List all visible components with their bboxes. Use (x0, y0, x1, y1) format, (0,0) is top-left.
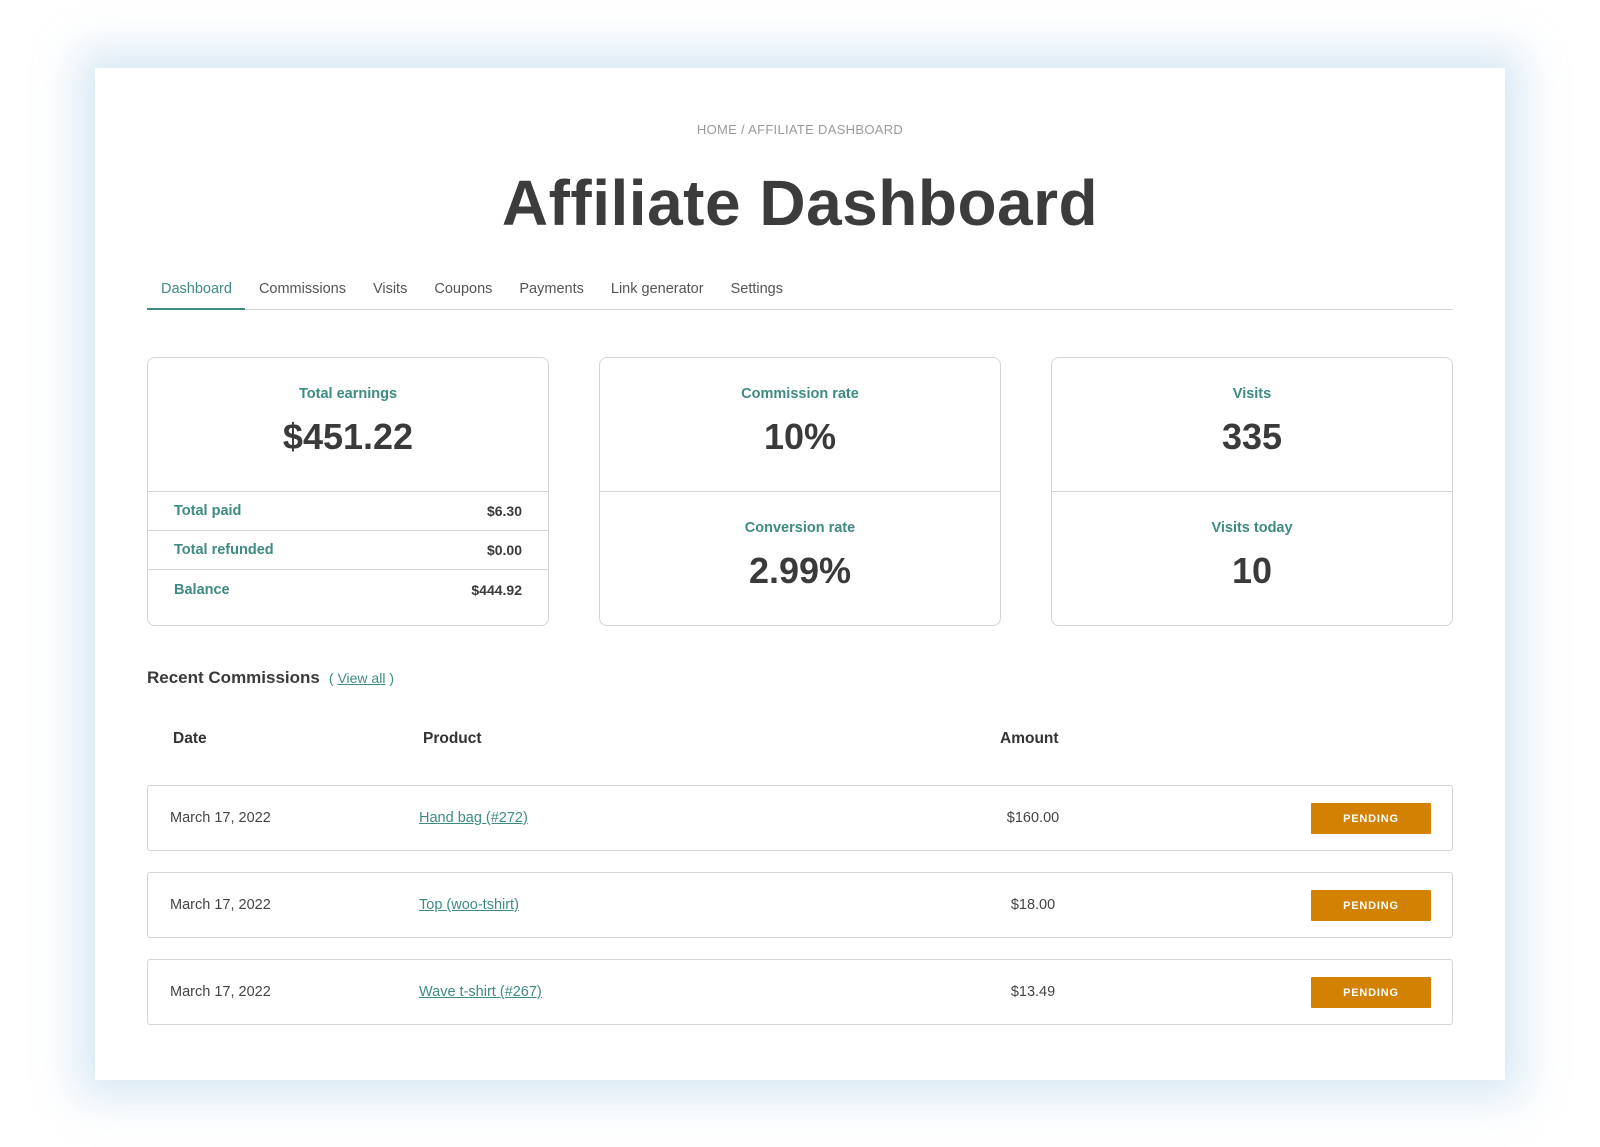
paren-close: ) (389, 670, 395, 686)
tab-payments[interactable]: Payments (505, 273, 596, 310)
balance-label: Balance (174, 581, 230, 598)
product-link[interactable]: Wave t-shirt (#267) (419, 984, 542, 1000)
visits-today-section: Visits today 10 (1052, 492, 1452, 625)
row-amount: $18.00 (1010, 897, 1056, 913)
earnings-card: Total earnings $451.22 Total paid $6.30 … (147, 357, 549, 626)
product-link[interactable]: Top (woo-tshirt) (419, 897, 519, 913)
visits-value: 335 (1221, 416, 1283, 457)
product-link[interactable]: Hand bag (#272) (419, 810, 528, 826)
visits-today-value: 10 (1231, 550, 1273, 591)
total-earnings-value: $451.22 (282, 416, 414, 457)
tab-visits[interactable]: Visits (359, 273, 420, 310)
stats-cards: Total earnings $451.22 Total paid $6.30 … (147, 357, 1453, 626)
tab-bar: Dashboard Commissions Visits Coupons Pay… (147, 273, 1453, 310)
visits-today-label: Visits today (1211, 520, 1293, 536)
tab-settings[interactable]: Settings (717, 273, 796, 310)
commission-rate-label: Commission rate (741, 386, 859, 402)
conversion-rate-value: 2.99% (748, 550, 852, 591)
paren-open: ( (328, 670, 334, 686)
total-earnings-section: Total earnings $451.22 (148, 358, 548, 492)
column-header-amount: Amount (1000, 730, 1059, 747)
row-product: Top (woo-tshirt) (419, 897, 519, 913)
column-header-product: Product (423, 730, 482, 747)
conversion-rate-label: Conversion rate (744, 520, 856, 536)
row-product: Wave t-shirt (#267) (419, 984, 542, 1000)
tab-link-generator[interactable]: Link generator (597, 273, 717, 310)
row-amount: $13.49 (1010, 984, 1056, 1000)
content: HOME / AFFILIATE DASHBOARD Affiliate Das… (147, 68, 1453, 1080)
visits-label: Visits (1232, 386, 1272, 402)
commission-rate-value: 10% (763, 416, 837, 457)
page-title: Affiliate Dashboard (501, 167, 1099, 239)
view-all-wrapper: ( View all ) (329, 670, 394, 686)
total-earnings-label: Total earnings (298, 386, 398, 402)
table-row: March 17, 2022 Top (woo-tshirt) $18.00 P… (147, 872, 1453, 938)
total-refunded-label: Total refunded (174, 542, 274, 558)
commission-rate-section: Commission rate 10% (600, 358, 1000, 492)
row-date: March 17, 2022 (170, 897, 271, 913)
breadcrumb: HOME / AFFILIATE DASHBOARD (696, 122, 904, 137)
tab-dashboard[interactable]: Dashboard (147, 273, 245, 310)
table-row: March 17, 2022 Hand bag (#272) $160.00 P… (147, 785, 1453, 851)
row-product: Hand bag (#272) (419, 810, 528, 826)
table-row: March 17, 2022 Wave t-shirt (#267) $13.4… (147, 959, 1453, 1025)
row-date: March 17, 2022 (170, 810, 271, 826)
status-badge: PENDING (1311, 890, 1431, 921)
commissions-table-body: March 17, 2022 Hand bag (#272) $160.00 P… (147, 785, 1453, 1046)
recent-commissions-header: Recent Commissions ( View all ) (147, 668, 394, 688)
visits-card: Visits 335 Visits today 10 (1051, 357, 1453, 626)
total-paid-row: Total paid $6.30 (148, 492, 548, 531)
tab-coupons[interactable]: Coupons (420, 273, 505, 310)
view-all-link[interactable]: View all (337, 670, 385, 686)
total-paid-label: Total paid (174, 503, 242, 519)
recent-commissions-title: Recent Commissions (147, 668, 320, 687)
status-badge: PENDING (1311, 977, 1431, 1008)
commissions-table-header: Date Product Amount (147, 730, 1453, 760)
tab-commissions[interactable]: Commissions (245, 273, 359, 310)
conversion-rate-section: Conversion rate 2.99% (600, 492, 1000, 625)
status-badge: PENDING (1311, 803, 1431, 834)
balance-value: $444.92 (471, 581, 522, 598)
balance-row: Balance $444.92 (148, 570, 548, 609)
total-refunded-value: $0.00 (486, 542, 522, 558)
row-date: March 17, 2022 (170, 984, 271, 1000)
row-amount: $160.00 (1006, 810, 1060, 826)
rates-card: Commission rate 10% Conversion rate 2.99… (599, 357, 1001, 626)
total-paid-value: $6.30 (486, 503, 522, 519)
total-refunded-row: Total refunded $0.00 (148, 531, 548, 570)
visits-section: Visits 335 (1052, 358, 1452, 492)
page-container: HOME / AFFILIATE DASHBOARD Affiliate Das… (95, 68, 1505, 1080)
column-header-date: Date (173, 730, 207, 747)
